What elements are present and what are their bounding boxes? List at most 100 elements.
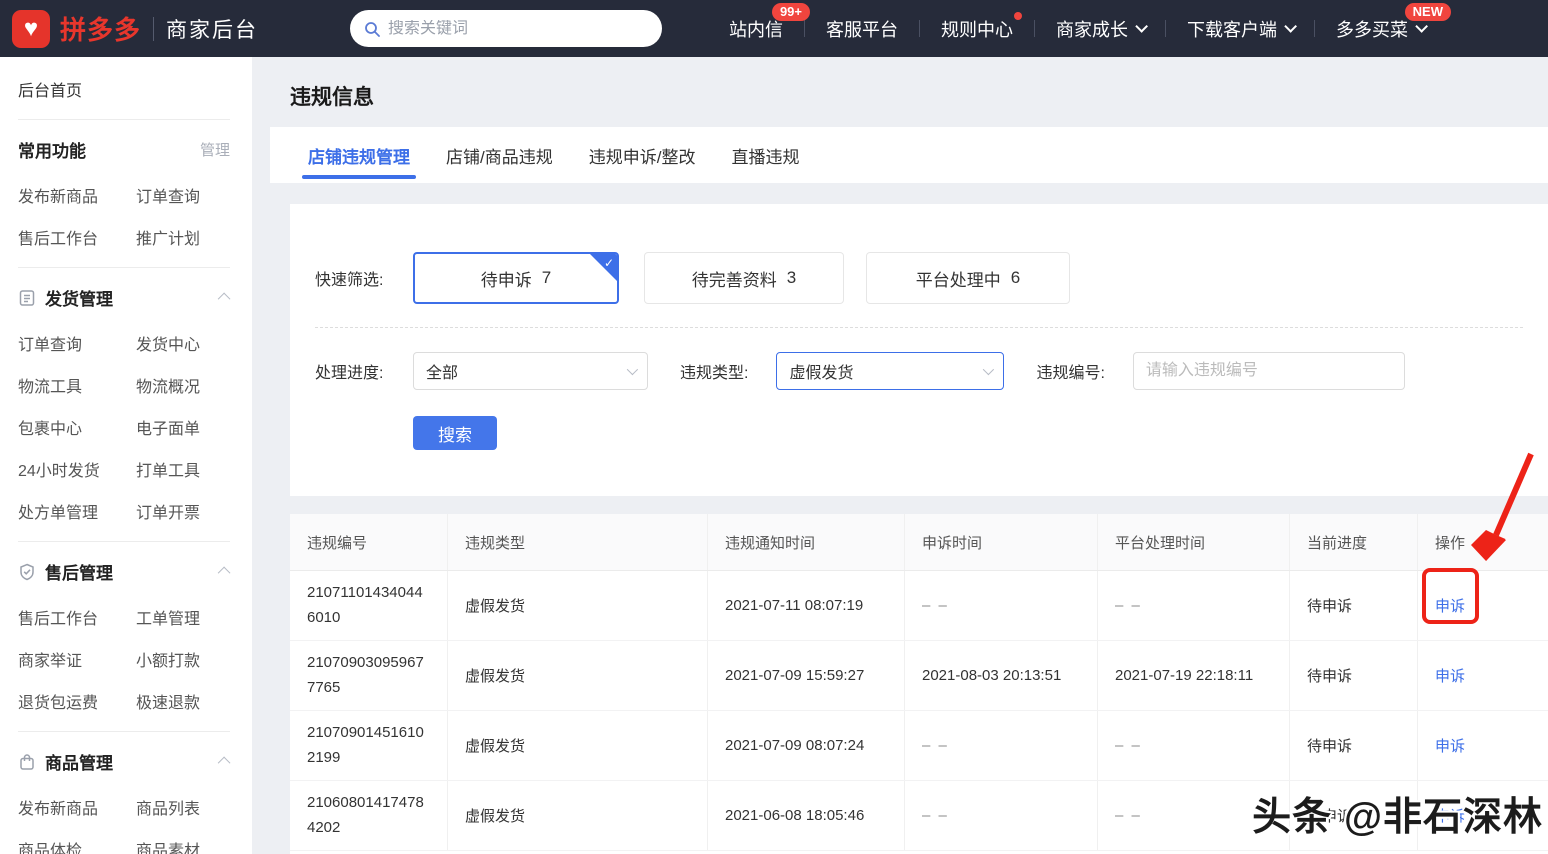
tab-live-violation[interactable]: 直播违规 [713,127,817,183]
shield-check-icon [18,563,36,581]
chevron-down-icon [1415,20,1428,33]
brand-logo[interactable]: ♥ 拼多多 商家后台 [12,10,258,48]
sidebar-item-order-invoice[interactable]: 订单开票 [136,499,230,523]
appeal-link[interactable]: 申诉 [1435,735,1465,756]
table-row: 210709014516102199 虚假发货 2021-07-09 08:07… [290,711,1548,781]
platform-time: – – [1115,807,1142,824]
sidebar-item-logistics-overview[interactable]: 物流概况 [136,373,230,397]
platform-time: – – [1115,737,1142,754]
search-input[interactable] [388,20,648,38]
quick-filter-platform-processing[interactable]: 平台处理中 6 [866,252,1070,304]
quick-filter-need-info[interactable]: 待完善资料 3 [644,252,844,304]
sidebar-item-order-query[interactable]: 订单查询 [136,183,230,207]
option-label: 平台处理中 [916,266,1001,291]
sidebar-item-merchant-evidence[interactable]: 商家举证 [18,647,136,671]
sidebar-item-product-list[interactable]: 商品列表 [136,795,230,819]
manage-link[interactable]: 管理 [200,139,230,160]
sidebar-item-24h-shipping[interactable]: 24小时发货 [18,457,136,481]
sidebar-item-fast-refund[interactable]: 极速退款 [136,689,230,713]
table-row: 210608014174784202 虚假发货 2021-06-08 18:05… [290,781,1548,851]
progress-status: 待申诉 [1290,781,1418,850]
tab-bar: 店铺违规管理 店铺/商品违规 违规申诉/整改 直播违规 [270,127,1548,183]
sidebar-item-shipping-center[interactable]: 发货中心 [136,331,230,355]
sidebar-item-home[interactable]: 后台首页 [18,77,230,101]
violation-number-input[interactable] [1133,352,1405,390]
detail-filter-row: 处理进度: 全部 违规类型: 虚假发货 违规编号: [315,352,1523,390]
violation-type-select[interactable]: 虚假发货 [776,352,1004,390]
violation-type: 虚假发货 [448,711,708,780]
product-section-header[interactable]: 商品管理 [18,749,230,774]
top-navbar: ♥ 拼多多 商家后台 站内信 99+ 客服平台 规则中心 [0,0,1548,57]
tab-shop-product-violation[interactable]: 店铺/商品违规 [428,127,571,183]
nav-item-merchant-growth[interactable]: 商家成长 [1035,16,1165,42]
chevron-up-icon[interactable] [218,567,231,580]
common-functions-header: 常用功能 管理 [18,137,230,162]
sidebar-item-order-query[interactable]: 订单查询 [18,331,136,355]
shipping-section-header[interactable]: 发货管理 [18,285,230,310]
col-platform-time: 平台处理时间 [1098,514,1290,570]
nav-item-download-client[interactable]: 下载客户端 [1166,16,1314,42]
progress-status: 待申诉 [1290,641,1418,710]
notify-time: 2021-06-08 18:05:46 [708,781,905,850]
chevron-up-icon[interactable] [218,757,231,770]
tab-violation-appeal[interactable]: 违规申诉/整改 [571,127,714,183]
progress-select[interactable]: 全部 [413,352,648,390]
nav-item-duoduo-maicai[interactable]: 多多买菜 NEW [1315,16,1445,42]
selected-value: 全部 [426,359,458,383]
search-button[interactable]: 搜索 [413,416,497,450]
sidebar-item-publish-product[interactable]: 发布新商品 [18,795,136,819]
appeal-link[interactable]: 申诉 [1435,595,1465,616]
progress-status: 待申诉 [1290,571,1418,640]
selected-value: 虚假发货 [789,359,853,383]
nav-label: 商家成长 [1056,16,1128,42]
brand-name: 拼多多 [60,10,141,47]
violation-id: 210608014174784202 [307,791,427,841]
tab-shop-violation-mgmt[interactable]: 店铺违规管理 [290,127,428,183]
sidebar-item-ticket-mgmt[interactable]: 工单管理 [136,605,230,629]
sidebar-item-e-waybill[interactable]: 电子面单 [136,415,230,439]
chevron-up-icon[interactable] [218,293,231,306]
sidebar-item-promotion-plan[interactable]: 推广计划 [136,225,230,249]
platform-time: 2021-07-19 22:18:11 [1098,641,1290,710]
global-search[interactable] [350,10,662,47]
sidebar-item-print-tools[interactable]: 打单工具 [136,457,230,481]
sidebar-divider [18,541,230,542]
option-count: 7 [542,268,551,288]
nav-label: 多多买菜 [1336,16,1408,42]
new-badge: NEW [1405,3,1451,21]
nav-label: 客服平台 [826,16,898,42]
violation-id: 210709030959677765 [307,651,427,701]
quick-filter-pending-appeal[interactable]: 待申诉 7 ✓ [413,252,619,304]
aftersale-section-header[interactable]: 售后管理 [18,559,230,584]
nav-item-customer-service[interactable]: 客服平台 [805,16,919,42]
sidebar-item-aftersale-workbench[interactable]: 售后工作台 [18,225,136,249]
product-links: 发布新商品 商品列表 商品体检 商品素材 评价管理 商品工具 金价管理 供货管理 [18,795,230,854]
chevron-down-icon [1135,20,1148,33]
sidebar-item-small-payment[interactable]: 小额打款 [136,647,230,671]
sidebar-item-publish-product[interactable]: 发布新商品 [18,183,136,207]
main-content: 违规信息 店铺违规管理 店铺/商品违规 违规申诉/整改 直播违规 快速筛选: 待… [252,57,1548,854]
col-violation-type: 违规类型 [448,514,708,570]
aftersale-links: 售后工作台 工单管理 商家举证 小额打款 退货包运费 极速退款 [18,605,230,713]
sidebar-item-package-center[interactable]: 包裹中心 [18,415,136,439]
heart-icon: ♥ [24,17,38,41]
backend-title: 商家后台 [166,14,258,44]
chevron-down-icon [627,364,638,375]
option-label: 待申诉 [481,266,532,291]
sidebar-item-prescription-mgmt[interactable]: 处方单管理 [18,499,136,523]
appeal-link[interactable]: 申诉 [1435,805,1465,826]
merchant-backend-app: ♥ 拼多多 商家后台 站内信 99+ 客服平台 规则中心 [0,0,1548,854]
sidebar-item-product-checkup[interactable]: 商品体检 [18,837,136,854]
appeal-link[interactable]: 申诉 [1435,665,1465,686]
sidebar-item-aftersale-workbench[interactable]: 售后工作台 [18,605,136,629]
nav-item-messages[interactable]: 站内信 99+ [708,16,804,42]
nav-label: 规则中心 [941,16,1013,42]
sidebar: 后台首页 常用功能 管理 发布新商品 订单查询 售后工作台 推广计划 发货管理 [0,57,252,854]
notify-time: 2021-07-09 08:07:24 [708,711,905,780]
violation-id: 210711014340446010 [307,581,427,631]
notify-time: 2021-07-11 08:07:19 [708,571,905,640]
sidebar-item-logistics-tools[interactable]: 物流工具 [18,373,136,397]
nav-item-rule-center[interactable]: 规则中心 [920,16,1034,42]
sidebar-item-return-freight[interactable]: 退货包运费 [18,689,136,713]
sidebar-item-product-material[interactable]: 商品素材 [136,837,230,854]
